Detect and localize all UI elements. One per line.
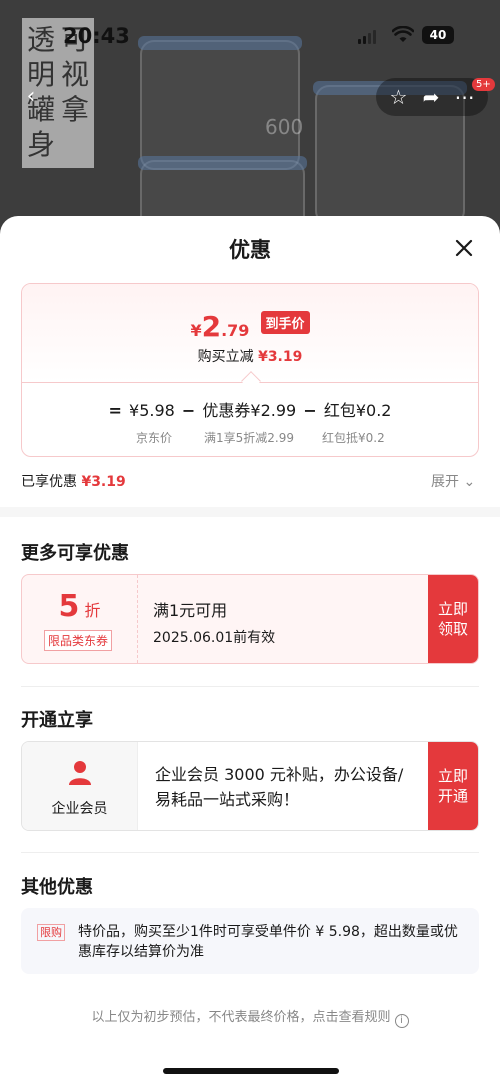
member-label: 企业会员 (51, 801, 108, 817)
price-breakdown-card: ¥2.79 到手价 购买立减 ¥3.19 = ¥5.98 − 优惠券¥2.99 … (21, 283, 479, 457)
coupon-discount: 5 折 (58, 589, 101, 624)
rules-link[interactable]: 以上仅为初步预估，不代表最终价格，点击查看规则 i (0, 1006, 500, 1028)
hongbao-label: 红包抵¥0.2 (322, 431, 385, 445)
close-icon[interactable] (450, 234, 478, 262)
status-bar: 20:43 40 (0, 0, 500, 74)
message-badge: 5+ (472, 78, 495, 91)
chevron-down-icon: ⌄ (463, 474, 476, 490)
limit-tag: 限购 (37, 924, 65, 941)
share-icon[interactable]: ➦ (423, 85, 440, 109)
jd-price-label: 京东价 (136, 431, 173, 445)
back-button[interactable]: ‹ (14, 80, 48, 114)
member-card: 企业会员 企业会员 3000 元补贴，办公设备/易耗品一站式采购！ 立即开通 (21, 741, 479, 831)
discount-sheet: 优惠 ¥2.79 到手价 购买立减 ¥3.19 = ¥5.98 − 优惠券¥2.… (0, 216, 500, 1083)
final-price: ¥2.79 到手价 (22, 310, 478, 343)
member-section-title: 开通立享 (21, 710, 93, 731)
jar-capacity-text: 600 (265, 115, 304, 139)
other-discount-title: 其他优惠 (21, 877, 93, 898)
expand-button[interactable]: 展开 ⌄ (431, 471, 475, 491)
coupon-expiry: 2025.06.01前有效 (153, 630, 276, 646)
coupon-label: 满1享5折减2.99 (204, 431, 294, 445)
battery-icon: 40 (422, 26, 454, 44)
enjoyed-discount: 已享优惠 ¥3.19 (21, 474, 126, 490)
claim-coupon-button[interactable]: 立即领取 (428, 575, 478, 663)
purchase-limit-notice: 限购 特价品，购买至少1件时可享受单件价 ¥ 5.98，超出数量或优惠库存以结算… (21, 908, 479, 974)
coupon-condition: 满1元可用 (153, 601, 228, 620)
reduce-line: 购买立减 ¥3.19 (197, 349, 303, 365)
price-formula: = ¥5.98 − 优惠券¥2.99 − 红包¥0.2 京东价 满1享5折减2.… (22, 382, 478, 456)
coupon-card: 5 折 限品类东券 满1元可用 2025.06.01前有效 立即领取 (21, 574, 479, 664)
more-icon[interactable]: ⋯ (454, 85, 474, 109)
sheet-title: 优惠 (229, 238, 271, 262)
status-time: 20:43 (63, 24, 130, 48)
user-icon (69, 761, 91, 785)
star-icon[interactable]: ☆ (390, 85, 408, 109)
coupon-type-tag: 限品类东券 (44, 630, 113, 651)
signal-icon (358, 30, 376, 44)
member-description: 企业会员 3000 元补贴，办公设备/易耗品一站式采购！ (155, 765, 404, 809)
home-indicator (163, 1068, 339, 1074)
more-discount-title: 更多可享优惠 (21, 543, 129, 564)
limit-text: 特价品，购买至少1件时可享受单件价 ¥ 5.98，超出数量或优惠库存以结算价为准 (78, 924, 458, 960)
wifi-icon (392, 26, 414, 42)
info-icon: i (394, 1014, 409, 1028)
chevron-left-icon: ‹ (26, 84, 36, 109)
final-price-tag: 到手价 (260, 311, 310, 334)
open-membership-button[interactable]: 立即开通 (428, 742, 478, 830)
